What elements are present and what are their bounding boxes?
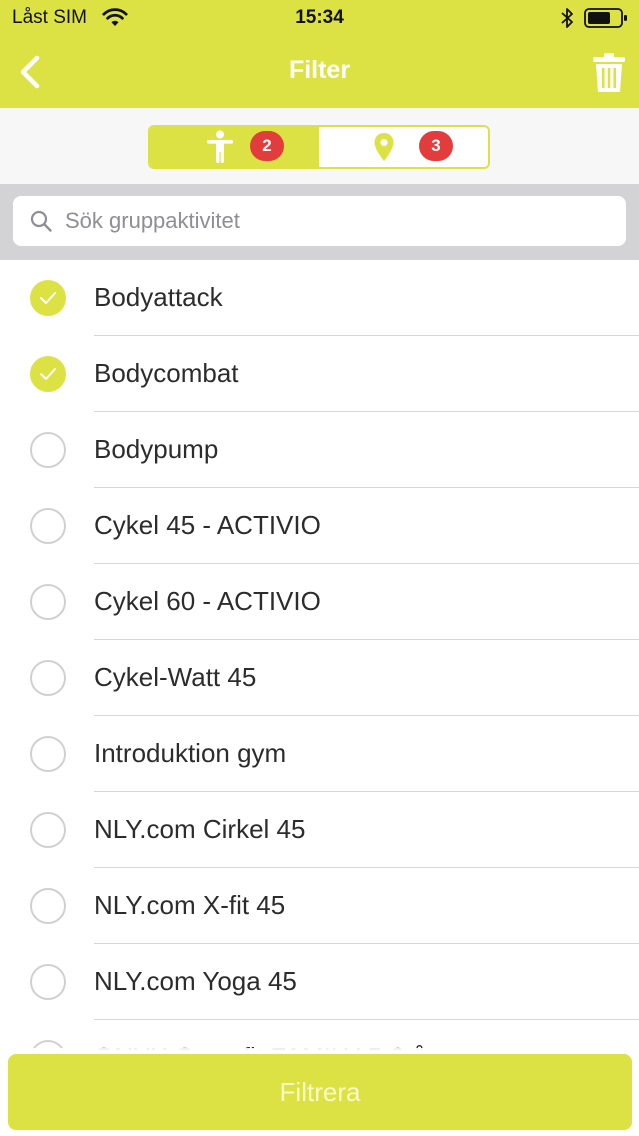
list-item-label: Cykel-Watt 45 bbox=[94, 662, 257, 692]
checkmark-icon bbox=[40, 368, 56, 380]
locations-count-badge: 3 bbox=[419, 131, 453, 161]
list-item[interactable]: Bodyattack bbox=[0, 260, 639, 336]
checkbox-unchecked[interactable] bbox=[30, 432, 66, 468]
segment-area: 2 3 bbox=[0, 108, 639, 184]
list-item[interactable]: Cykel 45 - ACTIVIO bbox=[0, 488, 639, 564]
segment-activities[interactable]: 2 bbox=[150, 127, 319, 167]
list-item[interactable]: Introduktion gym bbox=[0, 716, 639, 792]
list-item[interactable]: ONYX Crossfit FAMILY 5-9 år bbox=[0, 1020, 639, 1050]
list-item-label: Bodyattack bbox=[94, 282, 223, 312]
list-item[interactable]: Cykel-Watt 45 bbox=[0, 640, 639, 716]
search-bar bbox=[0, 184, 639, 260]
search-icon bbox=[30, 210, 52, 232]
location-pin-icon bbox=[374, 133, 393, 161]
clock: 15:34 bbox=[295, 7, 344, 28]
checkmark-icon bbox=[40, 292, 56, 304]
segment-locations[interactable]: 3 bbox=[319, 127, 488, 167]
list-item[interactable]: NLY.com Cirkel 45 bbox=[0, 792, 639, 868]
activity-list: Bodyattack Bodycombat Bodypump Cykel 45 - A… bbox=[0, 260, 639, 1050]
filter-type-segmented-control: 2 3 bbox=[148, 125, 490, 169]
checkbox-unchecked[interactable] bbox=[30, 888, 66, 924]
checkbox-checked[interactable] bbox=[30, 356, 66, 392]
header-bar: Låst SIM 15:34 Filter bbox=[0, 0, 639, 108]
list-item-label: Introduktion gym bbox=[94, 738, 287, 768]
list-item[interactable]: Cykel 60 - ACTIVIO bbox=[0, 564, 639, 640]
checkbox-unchecked[interactable] bbox=[30, 508, 66, 544]
checkbox-unchecked[interactable] bbox=[30, 584, 66, 620]
checkbox-checked[interactable] bbox=[30, 280, 66, 316]
list-item-label: NLY.com X-fit 45 bbox=[94, 890, 286, 920]
list-item-label: Cykel 60 - ACTIVIO bbox=[94, 586, 321, 616]
bottom-bar: Filtrera bbox=[0, 1048, 639, 1136]
list-item[interactable]: Bodypump bbox=[0, 412, 639, 488]
activities-count-badge: 2 bbox=[250, 131, 284, 161]
list-item-label: NLY.com Yoga 45 bbox=[94, 966, 297, 996]
checkbox-unchecked[interactable] bbox=[30, 812, 66, 848]
battery-icon bbox=[584, 8, 627, 28]
person-icon bbox=[206, 130, 233, 163]
checkbox-unchecked[interactable] bbox=[30, 660, 66, 696]
list-item[interactable]: NLY.com X-fit 45 bbox=[0, 868, 639, 944]
checkbox-unchecked[interactable] bbox=[30, 736, 66, 772]
list-item-label: Cykel 45 - ACTIVIO bbox=[94, 510, 321, 540]
search-box bbox=[13, 196, 626, 246]
search-input[interactable] bbox=[65, 208, 605, 234]
status-bar: Låst SIM 15:34 bbox=[0, 0, 639, 36]
list-item-label: NLY.com Cirkel 45 bbox=[94, 814, 306, 844]
bluetooth-icon bbox=[561, 8, 573, 28]
list-item[interactable]: NLY.com Yoga 45 bbox=[0, 944, 639, 1020]
list-item-label: Bodycombat bbox=[94, 358, 239, 388]
page-title: Filter bbox=[288, 56, 351, 84]
filter-button[interactable]: Filtrera bbox=[8, 1054, 632, 1130]
list-item[interactable]: Bodycombat bbox=[0, 336, 639, 412]
checkbox-unchecked[interactable] bbox=[30, 964, 66, 1000]
trash-icon[interactable] bbox=[592, 52, 626, 94]
list-item-label: Bodypump bbox=[94, 434, 219, 464]
